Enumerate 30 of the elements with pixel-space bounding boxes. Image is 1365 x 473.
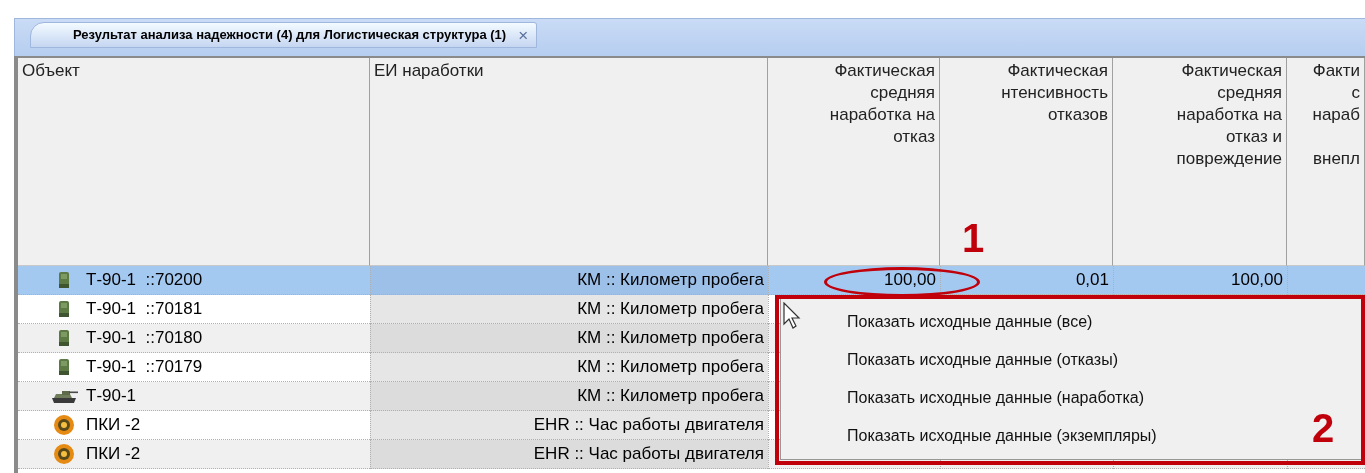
document-tab[interactable]: Результат анализа надежности (4) для Логистическая структура (1) ×	[30, 22, 538, 48]
unit-cell: EHR :: Час работы двигателя	[370, 440, 768, 469]
column-title[interactable]: Фактическая средняя наработка на отказ и повреждение	[1176, 60, 1282, 170]
column-title[interactable]: ЕИ наработки	[374, 60, 484, 82]
unit-cell: EHR :: Час работы двигателя	[370, 411, 768, 440]
object-cell[interactable]: Т-90-1 ::70181	[86, 296, 203, 322]
column-title[interactable]: Фактическая средняя наработка на отказ	[829, 60, 935, 148]
value-cell: 100,00	[1113, 266, 1287, 295]
object-cell[interactable]: ПКИ -2	[86, 412, 141, 438]
column-title[interactable]: Фактическая нтенсивность отказов	[1001, 60, 1108, 126]
annotation-number: 1	[962, 218, 985, 258]
menu-item[interactable]: Показать исходные данные (наработка)	[847, 386, 1144, 410]
column-title[interactable]: Факти с нараб внепл	[1312, 60, 1360, 170]
annotation-number: 2	[1312, 408, 1335, 448]
unit-cell: КМ :: Километр пробега	[370, 353, 768, 382]
value-cell: 100,00	[768, 266, 940, 295]
value-cell: 0,01	[940, 266, 1113, 295]
unit-cell: КМ :: Километр пробега	[370, 382, 768, 411]
menu-item[interactable]: Показать исходные данные (отказы)	[847, 348, 1118, 372]
object-cell[interactable]: ПКИ -2	[86, 441, 141, 467]
unit-cell: КМ :: Километр пробега	[370, 295, 768, 324]
menu-item[interactable]: Показать исходные данные (все)	[847, 310, 1093, 334]
column-title[interactable]: Объект	[22, 60, 80, 82]
close-button[interactable]: ×	[518, 26, 529, 44]
menu-item[interactable]: Показать исходные данные (экземпляры)	[847, 424, 1157, 448]
object-cell[interactable]: Т-90-1	[86, 383, 137, 409]
tab-title: Результат анализа надежности (4) для Логистическая структура (1)	[73, 26, 507, 45]
object-cell[interactable]: Т-90-1 ::70179	[86, 354, 203, 380]
unit-cell: КМ :: Километр пробега	[370, 324, 768, 353]
unit-cell: КМ :: Километр пробега	[370, 266, 768, 295]
